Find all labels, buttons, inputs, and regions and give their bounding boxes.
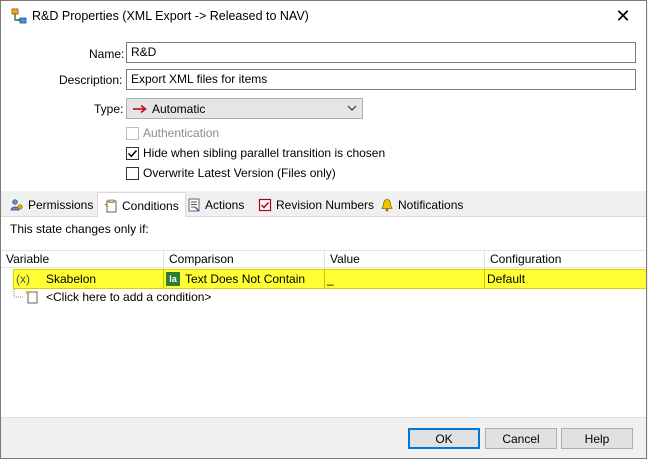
name-field[interactable]: R&D [126,42,636,63]
help-button[interactable]: Help [561,428,633,449]
value-cell[interactable]: _ [325,270,485,288]
tab-notifications[interactable]: Notifications [374,193,469,217]
hide-sibling-checkbox-row[interactable]: Hide when sibling parallel transition is… [126,146,385,160]
column-header-variable[interactable]: Variable [1,251,164,269]
close-button[interactable]: ✕ [600,1,646,31]
type-value: Automatic [152,101,206,116]
bell-icon [381,199,393,212]
hide-sibling-checkbox[interactable] [126,146,139,160]
description-label: Description: [59,73,123,87]
tab-permissions-label: Permissions [28,198,94,212]
tab-actions[interactable]: Actions [181,193,250,217]
chevron-down-icon [347,105,357,111]
new-condition-icon [25,290,38,304]
tab-conditions[interactable]: Conditions [97,192,186,218]
properties-dialog: R&D Properties (XML Export -> Released t… [0,0,647,459]
description-field[interactable]: Export XML files for items [126,69,636,90]
tab-actions-label: Actions [205,198,245,212]
configuration-cell[interactable]: Default [485,270,646,288]
column-header-comparison[interactable]: Comparison [164,251,325,269]
permissions-icon [10,199,23,211]
dialog-buttons: OK Cancel Help [1,417,646,458]
conditions-panel: This state changes only if: Variable Com… [1,217,646,417]
add-condition-row[interactable]: <Click here to add a condition> [1,288,646,306]
tab-revision-numbers-label: Revision Numbers [276,198,375,212]
actions-icon [188,198,200,212]
column-header-value[interactable]: Value [325,251,485,269]
type-select[interactable]: Automatic [126,98,363,119]
red-arrow-right-icon [133,104,147,113]
overwrite-checkbox-row[interactable]: Overwrite Latest Version (Files only) [126,166,336,180]
variable-cell[interactable]: Skabelon [44,270,164,288]
authentication-checkbox[interactable] [126,126,139,140]
conditions-grid-header: Variable Comparison Value Configuration [1,250,646,269]
window-title: R&D Properties (XML Export -> Released t… [32,9,309,23]
checkmark-icon [127,149,138,157]
add-condition-label: <Click here to add a condition> [46,290,212,304]
ok-button[interactable]: OK [408,428,480,449]
cancel-button[interactable]: Cancel [485,428,557,449]
table-row[interactable]: (x) Skabelon la Text Does Not Contain _ … [13,269,646,289]
column-header-configuration[interactable]: Configuration [485,251,646,269]
title-bar: R&D Properties (XML Export -> Released t… [1,1,646,32]
comparison-cell[interactable]: la Text Does Not Contain [164,270,325,288]
conditions-icon [104,199,117,212]
tab-revision-numbers[interactable]: Revision Numbers [252,193,380,217]
tab-conditions-label: Conditions [122,198,179,213]
authentication-label: Authentication [143,126,220,140]
revision-numbers-icon [258,198,272,212]
hide-sibling-label: Hide when sibling parallel transition is… [143,146,386,160]
workflow-transition-icon [11,8,27,24]
tab-permissions[interactable]: Permissions [4,193,99,217]
comparison-value: Text Does Not Contain [185,271,306,286]
variable-type-icon: (x) [16,271,30,286]
close-icon: ✕ [615,5,631,26]
tab-notifications-label: Notifications [398,198,464,212]
general-settings: Name: R&D Description: Export XML files … [1,32,646,191]
type-label: Type: [94,102,124,116]
overwrite-checkbox[interactable] [126,166,139,180]
tab-strip: Permissions Conditions Actions Revision … [1,191,646,218]
conditions-intro: This state changes only if: [10,222,149,236]
name-label: Name: [89,47,125,61]
text-comparison-icon: la [166,272,180,286]
authentication-checkbox-row[interactable]: Authentication [126,126,219,140]
overwrite-label: Overwrite Latest Version (Files only) [143,166,336,180]
